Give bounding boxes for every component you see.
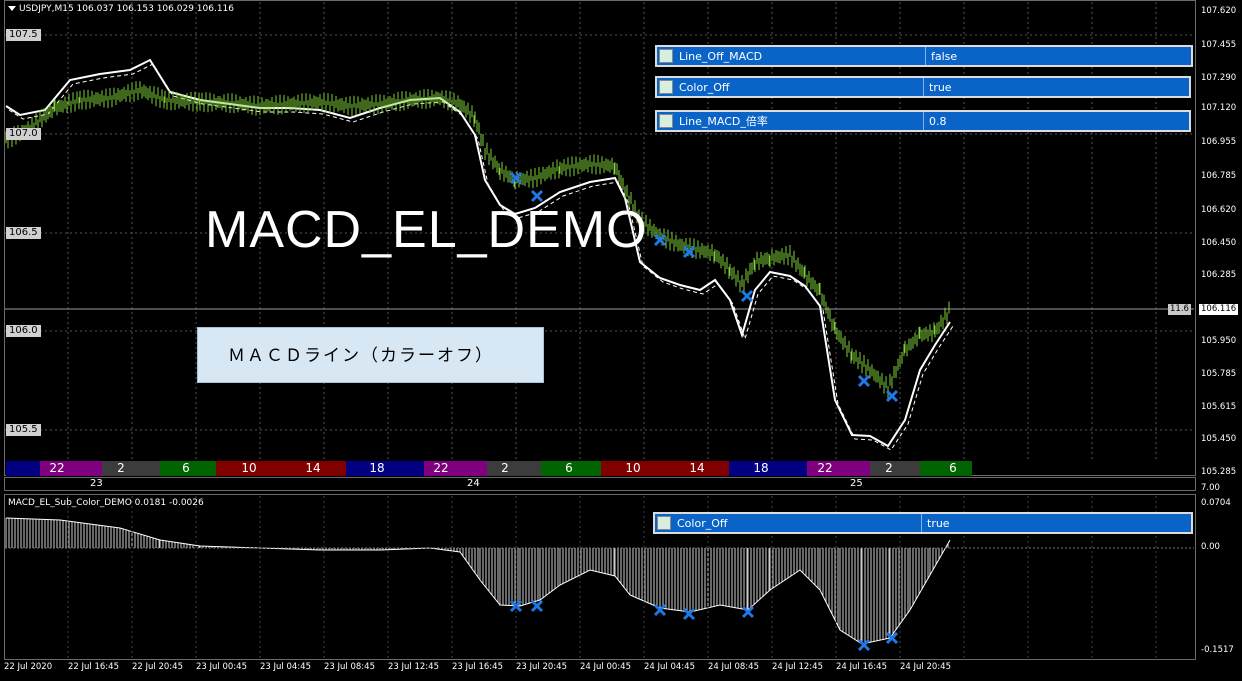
time-axis-label: 22 Jul 20:45: [132, 662, 183, 672]
sub-axis-label: 7.00: [1201, 483, 1220, 493]
price-axis-label: 105.950: [1201, 336, 1237, 346]
price-axis-label: 105.450: [1201, 434, 1237, 444]
time-axis-label: 24 Jul 08:45: [708, 662, 759, 672]
session-hour-label: 2: [501, 461, 509, 475]
sub-axis-label: 0.0704: [1201, 498, 1231, 508]
price-axis-label: 107.120: [1201, 103, 1237, 113]
current-price-label: 106.116: [1199, 304, 1239, 315]
session-hour-label: 6: [565, 461, 573, 475]
session-hour-label: 2: [117, 461, 125, 475]
session-hour-label: 14: [689, 461, 705, 475]
main-title: MACD_EL_DEMO: [205, 201, 648, 259]
param-color-off[interactable]: Color_Off true: [655, 76, 1191, 98]
time-axis-label: 24 Jul 20:45: [900, 662, 951, 672]
chart-icon: [657, 516, 671, 530]
level-label: 107.0: [6, 128, 41, 140]
note-box: ＭＡＣＤライン（カラーオフ）: [197, 327, 544, 383]
day-axis: [4, 477, 1196, 491]
param-line-macd-ratio[interactable]: Line_MACD_倍率 0.8: [655, 110, 1191, 132]
time-axis-label: 24 Jul 12:45: [772, 662, 823, 672]
time-axis-label: 23 Jul 08:45: [324, 662, 375, 672]
number-icon: [659, 114, 673, 128]
time-axis-label: 23 Jul 04:45: [260, 662, 311, 672]
price-axis-label: 106.620: [1201, 205, 1237, 215]
chart-icon: [659, 80, 673, 94]
day-label: 25: [850, 478, 863, 489]
time-axis-label: 22 Jul 2020: [4, 662, 53, 672]
price-axis-label: 107.455: [1201, 40, 1237, 50]
level-label: 106.5: [6, 227, 41, 239]
session-block: [6, 461, 40, 476]
level-label: 107.5: [6, 29, 41, 41]
session-hour-label: 22: [817, 461, 833, 475]
level-label: 106.0: [6, 325, 41, 337]
session-hour-label: 2: [885, 461, 893, 475]
session-hour-label: 10: [625, 461, 641, 475]
level-label: 105.5: [6, 424, 41, 436]
price-axis-label: 106.955: [1201, 137, 1237, 147]
time-axis-label: 24 Jul 00:45: [580, 662, 631, 672]
session-hour-label: 6: [949, 461, 957, 475]
time-axis-label: 24 Jul 16:45: [836, 662, 887, 672]
time-axis-label: 23 Jul 00:45: [196, 662, 247, 672]
time-axis-label: 22 Jul 16:45: [68, 662, 119, 672]
day-label: 24: [467, 478, 480, 489]
price-axis-label: 107.620: [1201, 6, 1237, 16]
time-axis-label: 23 Jul 16:45: [452, 662, 503, 672]
session-hour-label: 22: [433, 461, 449, 475]
price-axis-label: 105.285: [1201, 467, 1237, 477]
sub-window-title: MACD_EL_Sub_Color_DEMO 0.0181 -0.0026: [8, 498, 204, 508]
time-axis-label: 23 Jul 20:45: [516, 662, 567, 672]
sub-axis-label: 0.00: [1201, 542, 1220, 552]
session-hour-label: 22: [49, 461, 65, 475]
price-axis-label: 107.290: [1201, 73, 1237, 83]
price-axis-label: 106.450: [1201, 238, 1237, 248]
cross-marker: [740, 289, 754, 303]
sub-axis-label: -0.1517: [1201, 645, 1234, 655]
param-line-off-macd[interactable]: Line_Off_MACD false: [655, 45, 1193, 67]
session-hour-label: 14: [305, 461, 321, 475]
session-hour-label: 6: [182, 461, 190, 475]
price-axis-label: 106.285: [1201, 270, 1237, 280]
price-axis-label: 105.615: [1201, 402, 1237, 412]
session-hour-label: 10: [241, 461, 257, 475]
time-axis-label: 23 Jul 12:45: [388, 662, 439, 672]
price-axis-label: 105.785: [1201, 369, 1237, 379]
current-value-label: 11.6: [1168, 304, 1191, 315]
day-label: 23: [90, 478, 103, 489]
cross-marker: [857, 374, 871, 388]
session-hour-label: 18: [753, 461, 769, 475]
price-axis-label: 106.785: [1201, 171, 1237, 181]
session-hour-label: 18: [369, 461, 385, 475]
sub-param-color-off[interactable]: Color_Off true: [653, 512, 1193, 534]
chart-icon: [659, 49, 673, 63]
time-axis-label: 24 Jul 04:45: [644, 662, 695, 672]
